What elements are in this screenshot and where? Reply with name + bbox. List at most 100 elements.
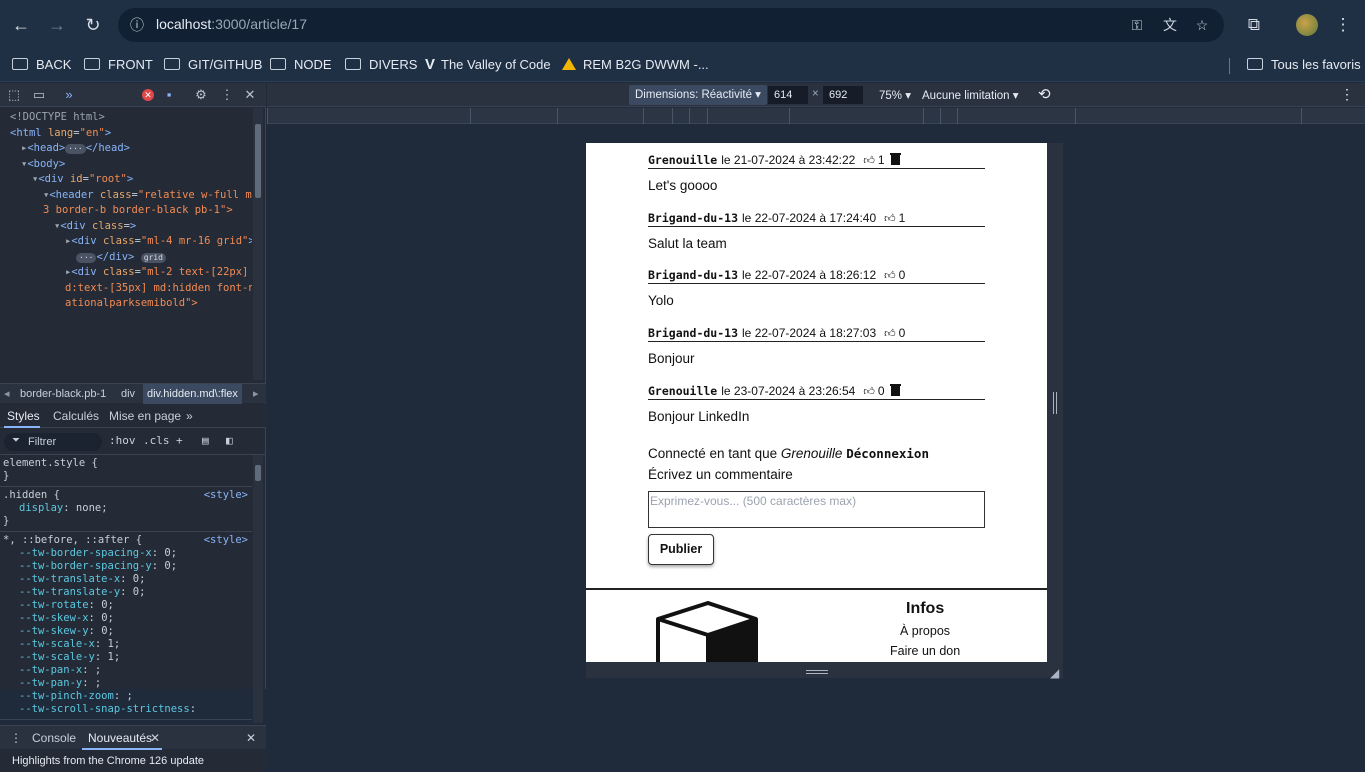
bookmark-git[interactable]: GIT/GITHUB xyxy=(164,54,262,76)
style-property[interactable]: --tw-pinch-zoom: ; xyxy=(3,690,249,703)
breadcrumb-left-arrow-icon[interactable]: ◂ xyxy=(4,384,10,404)
resize-corner-icon[interactable]: ◢ xyxy=(1050,666,1059,680)
devtools-menu-icon[interactable]: ⋮ xyxy=(218,86,236,104)
tab-styles[interactable]: Styles xyxy=(7,409,40,423)
style-property[interactable]: --tw-scroll-snap-strictness: xyxy=(3,703,249,716)
hidden-rule[interactable]: <style> .hidden { display: none; } xyxy=(0,487,252,532)
extensions-icon[interactable]: ⧉ xyxy=(1242,13,1266,37)
dom-node-line[interactable]: ▸<div class="ml-2 text-[22px] m> xyxy=(0,265,252,281)
universal-rule[interactable]: <style> *, ::before, ::after { --tw-bord… xyxy=(0,532,252,720)
footer-link-about[interactable]: À propos xyxy=(900,624,950,638)
bookmark-divers[interactable]: DIVERS xyxy=(345,54,417,76)
forward-arrow-icon[interactable]: → xyxy=(45,13,69,37)
tab-console[interactable]: Console xyxy=(32,731,76,745)
bookmark-valley-of-code[interactable]: V The Valley of Code xyxy=(425,54,551,76)
site-info-icon[interactable]: ⓘ xyxy=(130,17,146,33)
media-query-ruler[interactable] xyxy=(267,108,1365,124)
inspect-icon[interactable]: ⬚ xyxy=(5,86,23,104)
throttling-dropdown[interactable]: Aucune limitation ▾ xyxy=(922,88,1019,102)
resize-grip-icon[interactable] xyxy=(806,670,828,674)
style-property[interactable]: --tw-scale-x: 1; xyxy=(3,638,249,651)
add-rule-icon[interactable]: + xyxy=(176,434,183,447)
dom-node-line[interactable]: ationalparksemibold"> xyxy=(0,296,252,312)
trash-icon[interactable] xyxy=(889,384,901,396)
bookmark-back[interactable]: BACK xyxy=(12,54,71,76)
bookmark-rem[interactable]: REM B2G DWWM -... xyxy=(562,54,709,76)
thumbs-up-icon[interactable]: 👍︎ xyxy=(884,212,896,226)
dom-node-line[interactable]: ▾<div id="root"> xyxy=(0,172,252,188)
tab-layout[interactable]: Mise en page xyxy=(109,409,181,423)
styles-pane[interactable]: element.style { } <style> .hidden { disp… xyxy=(0,455,252,721)
device-menu-icon[interactable]: ⋮ xyxy=(1340,86,1354,103)
bookmark-all-favorites[interactable]: Tous les favoris xyxy=(1247,54,1361,76)
style-property[interactable]: --tw-scale-y: 1; xyxy=(3,651,249,664)
height-input[interactable]: 692 xyxy=(823,86,863,104)
thumbs-up-icon[interactable]: 👍︎ xyxy=(884,327,896,341)
dom-node-line[interactable]: ··· </div> grid xyxy=(0,250,252,266)
cls-toggle[interactable]: .cls xyxy=(143,434,170,447)
back-arrow-icon[interactable]: ← xyxy=(9,13,33,37)
issues-icon[interactable]: ▪ xyxy=(160,86,178,104)
styles-scrollbar[interactable] xyxy=(253,455,263,723)
translate-icon[interactable]: 文 xyxy=(1161,16,1179,34)
breadcrumb-item[interactable]: div xyxy=(121,384,135,404)
avatar[interactable] xyxy=(1296,14,1318,36)
close-icon[interactable]: ✕ xyxy=(241,86,259,104)
breadcrumb-item-active[interactable]: div.hidden.md\:flex xyxy=(143,384,242,404)
reload-icon[interactable]: ↻ xyxy=(81,13,105,37)
style-property[interactable]: --tw-skew-x: 0; xyxy=(3,612,249,625)
sidebar-toggle-icon[interactable]: ◧ xyxy=(226,434,233,447)
dom-node-line[interactable]: <!DOCTYPE html> xyxy=(0,110,252,126)
style-property[interactable]: --tw-rotate: 0; xyxy=(3,599,249,612)
zoom-dropdown[interactable]: 75% ▾ xyxy=(879,88,911,102)
url-text[interactable]: localhost:3000/article/17 xyxy=(156,16,307,32)
key-icon[interactable]: ⚿ xyxy=(1128,16,1146,34)
bookmark-node[interactable]: NODE xyxy=(270,54,332,76)
width-input[interactable]: 614 xyxy=(768,86,808,104)
dom-node-line[interactable]: ▾<body> xyxy=(0,157,252,173)
breadcrumb-item[interactable]: border-black.pb-1 xyxy=(20,384,106,404)
rotate-icon[interactable]: ⟲ xyxy=(1038,85,1051,103)
comment-textarea[interactable]: Exprimez-vous... (500 caractères max) xyxy=(648,491,985,528)
drawer-menu-icon[interactable]: ⋮ xyxy=(10,731,22,745)
footer-link-donate[interactable]: Faire un don xyxy=(890,644,960,658)
element-style-rule[interactable]: element.style { } xyxy=(0,455,252,487)
more-tabs-icon[interactable]: » xyxy=(60,86,78,104)
breadcrumb-right-arrow-icon[interactable]: ▸ xyxy=(253,384,259,404)
elements-scrollbar[interactable] xyxy=(253,108,263,380)
thumbs-up-icon[interactable]: 👍︎ xyxy=(863,385,875,399)
device-toggle-icon[interactable]: ▭ xyxy=(30,86,48,104)
rule-source-link[interactable]: <style> xyxy=(204,489,248,502)
thumbs-up-icon[interactable]: 👍︎ xyxy=(884,269,896,283)
settings-gear-icon[interactable]: ⚙ xyxy=(192,86,210,104)
rule-source-link[interactable]: <style> xyxy=(204,534,248,547)
dimensions-dropdown[interactable]: Dimensions: Réactivité ▾ xyxy=(629,85,767,105)
style-property[interactable]: display: none; xyxy=(3,502,249,515)
dom-node-line[interactable]: ▸<div class="ml-4 mr-16 grid"> xyxy=(0,234,252,250)
style-property[interactable]: --tw-pan-y: ; xyxy=(3,677,249,690)
close-drawer-icon[interactable]: ✕ xyxy=(246,731,256,745)
error-icon[interactable]: ✕ xyxy=(142,89,154,101)
filter-input[interactable]: ⏷ Filtrer xyxy=(4,433,102,451)
thumbs-up-icon[interactable]: 👍︎ xyxy=(863,154,875,168)
style-property[interactable]: --tw-translate-y: 0; xyxy=(3,586,249,599)
resize-grip-icon[interactable] xyxy=(1053,392,1057,414)
tab-computed[interactable]: Calculés xyxy=(53,409,99,423)
hov-toggle[interactable]: :hov xyxy=(109,434,136,447)
scrollbar-thumb[interactable] xyxy=(255,465,261,481)
dom-node-line[interactable]: ▾<div class=> xyxy=(0,219,252,235)
more-subtabs-icon[interactable]: » xyxy=(186,409,193,423)
tab-whats-new[interactable]: Nouveautés xyxy=(88,731,152,745)
style-property[interactable]: --tw-border-spacing-x: 0; xyxy=(3,547,249,560)
dom-node-line[interactable]: 3 border-b border-black pb-1"> xyxy=(0,203,252,219)
address-bar[interactable]: ⓘ localhost:3000/article/17 ⚿ 文 ☆ xyxy=(118,8,1224,42)
dom-node-line[interactable]: d:text-[35px] md:hidden font-n xyxy=(0,281,252,297)
logout-button[interactable]: Déconnexion xyxy=(846,446,929,461)
style-property[interactable]: --tw-translate-x: 0; xyxy=(3,573,249,586)
dom-node-line[interactable]: <html lang="en"> xyxy=(0,126,252,142)
paint-icon[interactable]: ▤ xyxy=(202,434,209,447)
style-property[interactable]: --tw-pan-x: ; xyxy=(3,664,249,677)
elements-tree[interactable]: <!DOCTYPE html> <html lang="en"> ▸<head> ··… xyxy=(0,108,252,378)
style-property[interactable]: --tw-border-spacing-y: 0; xyxy=(3,560,249,573)
style-property[interactable]: --tw-skew-y: 0; xyxy=(3,625,249,638)
